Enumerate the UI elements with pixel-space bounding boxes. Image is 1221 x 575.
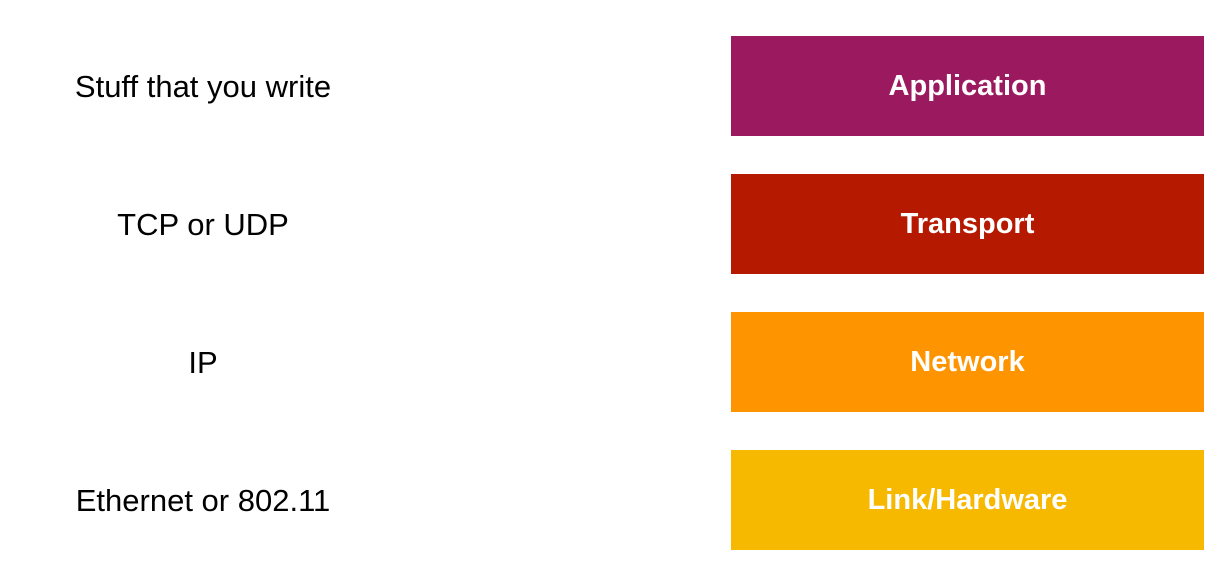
network-stack-diagram: Stuff that you write Application TCP or … — [0, 0, 1221, 575]
row-description: TCP or UDP — [117, 207, 289, 242]
layer-label: Link/Hardware — [867, 483, 1068, 516]
row-description: Ethernet or 802.11 — [75, 483, 331, 518]
layer-box-transport: Transport — [731, 174, 1204, 274]
row-description: Stuff that you write — [74, 69, 332, 104]
layer-label: Application — [888, 69, 1047, 102]
layer-box-network: Network — [731, 312, 1204, 412]
layer-box-application: Application — [731, 36, 1204, 136]
row-description: IP — [188, 345, 218, 380]
layer-box-link-hardware: Link/Hardware — [731, 450, 1204, 550]
layer-label: Network — [910, 345, 1025, 378]
layer-label: Transport — [900, 207, 1035, 240]
